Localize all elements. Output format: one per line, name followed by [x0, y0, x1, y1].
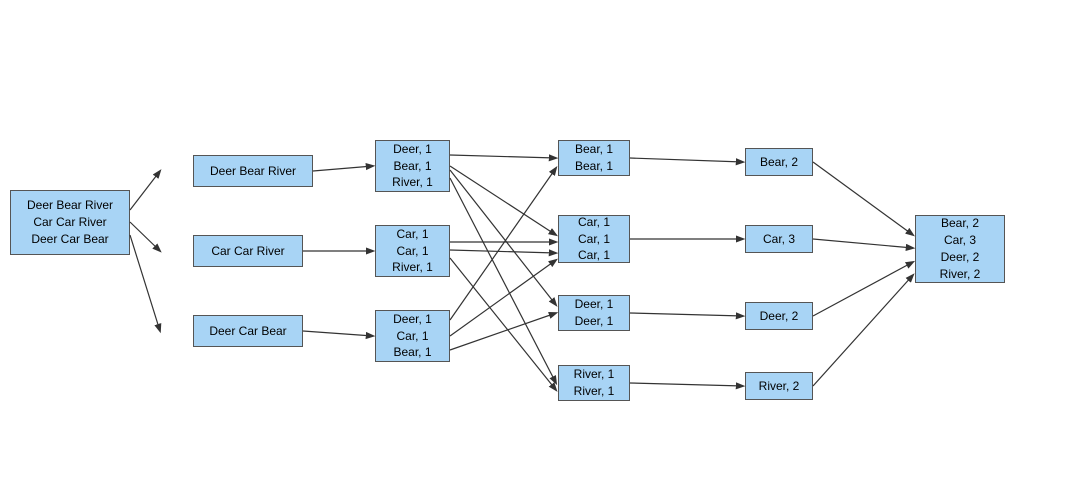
box-shuf-river: River, 1River, 1	[558, 365, 630, 401]
box-shuf-bear: Bear, 1Bear, 1	[558, 140, 630, 176]
box-red-river: River, 2	[745, 372, 813, 400]
box-map2: Car, 1Car, 1River, 1	[375, 225, 450, 277]
box-map1: Deer, 1Bear, 1River, 1	[375, 140, 450, 192]
box-split2: Car Car River	[193, 235, 303, 267]
box-split3: Deer Car Bear	[193, 315, 303, 347]
box-shuf-car: Car, 1Car, 1Car, 1	[558, 215, 630, 263]
box-final: Bear, 2Car, 3Deer, 2River, 2	[915, 215, 1005, 283]
box-shuf-deer: Deer, 1Deer, 1	[558, 295, 630, 331]
diagram-container: Deer Bear River Car Car River Deer Car Bea…	[0, 0, 1077, 500]
box-red-deer: Deer, 2	[745, 302, 813, 330]
box-input: Deer Bear RiverCar Car RiverDeer Car Bea…	[10, 190, 130, 255]
box-red-bear: Bear, 2	[745, 148, 813, 176]
box-split1: Deer Bear River	[193, 155, 313, 187]
box-map3: Deer, 1Car, 1Bear, 1	[375, 310, 450, 362]
box-red-car: Car, 3	[745, 225, 813, 253]
